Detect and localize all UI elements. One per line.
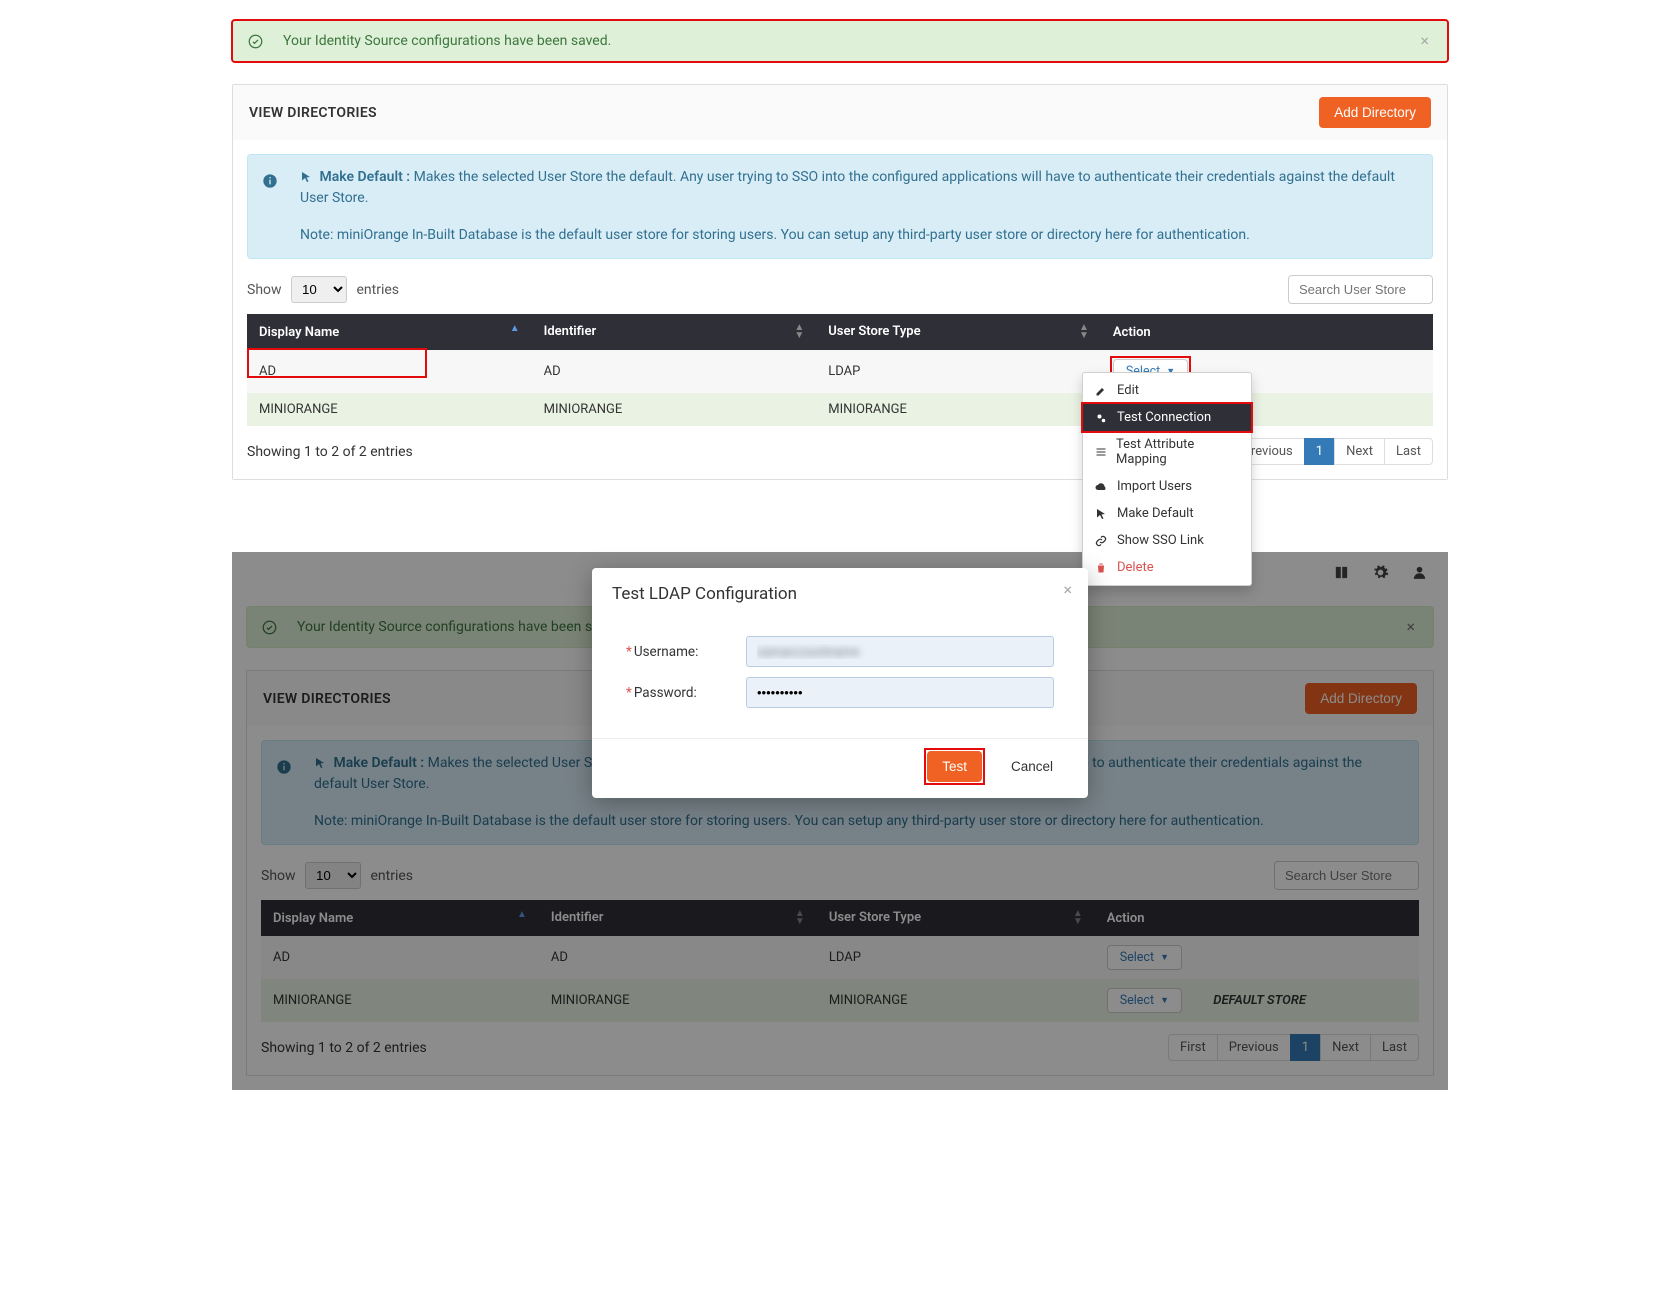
- cell-type: MINIORANGE: [816, 393, 1101, 426]
- show-label: Show: [247, 282, 282, 298]
- cell-display-name: MINIORANGE: [247, 393, 532, 426]
- card-header: VIEW DIRECTORIES Add Directory: [233, 85, 1447, 140]
- info-banner: Make Default : Makes the selected User S…: [247, 154, 1433, 259]
- alert-close-button[interactable]: ×: [1420, 31, 1429, 50]
- show-entries: Show 10 entries: [247, 276, 399, 303]
- info-icon: [262, 173, 278, 189]
- modal-close-button[interactable]: ×: [1063, 580, 1072, 599]
- password-input[interactable]: [746, 677, 1054, 708]
- th-identifier[interactable]: Identifier ▲▼: [532, 314, 817, 350]
- dropdown-item-test-connection[interactable]: Test Connection: [1083, 404, 1251, 431]
- modal-over-page: Your Identity Source configurations have…: [232, 552, 1448, 1090]
- add-directory-button[interactable]: Add Directory: [1319, 97, 1431, 128]
- dropdown-item-import-users[interactable]: Import Users: [1083, 473, 1251, 500]
- password-label: *Password:: [626, 685, 746, 701]
- directories-card: VIEW DIRECTORIES Add Directory Make Defa…: [232, 84, 1448, 480]
- username-input[interactable]: [746, 636, 1054, 667]
- card-title: VIEW DIRECTORIES: [249, 105, 377, 121]
- cloud-upload-icon: [1095, 481, 1109, 493]
- make-default-text: Makes the selected User Store the defaul…: [300, 169, 1395, 206]
- cell-identifier: MINIORANGE: [532, 393, 817, 426]
- action-dropdown: Edit Test Connection Test Attribute Mapp…: [1082, 372, 1252, 586]
- card-body: Make Default : Makes the selected User S…: [233, 140, 1447, 479]
- modal-header: Test LDAP Configuration ×: [592, 568, 1088, 614]
- table-controls: Show 10 entries: [247, 275, 1433, 304]
- username-label: *Username:: [626, 644, 746, 660]
- table-wrap: Display Name ▲ Identifier ▲▼ User Store …: [247, 314, 1433, 426]
- page-1[interactable]: 1: [1304, 438, 1335, 465]
- alert-message: Your Identity Source configurations have…: [283, 33, 611, 49]
- test-ldap-modal: Test LDAP Configuration × *Username: *Pa…: [592, 568, 1088, 798]
- highlight-box: [924, 748, 985, 785]
- gears-icon: [1095, 412, 1109, 424]
- cell-display-name: AD: [247, 350, 532, 393]
- cell-identifier: AD: [532, 350, 817, 393]
- cancel-button[interactable]: Cancel: [996, 751, 1068, 782]
- page-last[interactable]: Last: [1384, 438, 1433, 465]
- dropdown-item-show-sso[interactable]: Show SSO Link: [1083, 527, 1251, 554]
- modal-body: *Username: *Password:: [592, 614, 1088, 738]
- th-action: Action: [1101, 314, 1433, 350]
- cursor-icon: [1095, 508, 1109, 520]
- dropdown-item-delete[interactable]: Delete: [1083, 554, 1251, 581]
- dropdown-item-make-default[interactable]: Make Default: [1083, 500, 1251, 527]
- link-icon: [1095, 535, 1109, 547]
- alert-success: Your Identity Source configurations have…: [232, 20, 1448, 62]
- footer-info: Showing 1 to 2 of 2 entries: [247, 444, 413, 460]
- page-next[interactable]: Next: [1334, 438, 1385, 465]
- edit-icon: [1095, 385, 1109, 397]
- make-default-heading: Make Default :: [319, 169, 410, 185]
- check-circle-icon: [248, 34, 263, 49]
- th-user-store-type[interactable]: User Store Type ▲▼: [816, 314, 1101, 350]
- cursor-icon: [300, 171, 312, 183]
- trash-icon: [1095, 562, 1109, 574]
- modal-footer: Test Cancel: [592, 738, 1088, 798]
- info-text: Make Default : Makes the selected User S…: [300, 167, 1416, 246]
- dropdown-item-test-attr[interactable]: Test Attribute Mapping: [1083, 431, 1251, 473]
- dropdown-item-edit[interactable]: Edit: [1083, 377, 1251, 404]
- search-input[interactable]: [1288, 275, 1433, 304]
- table-row: AD AD LDAP Select▼: [247, 350, 1433, 393]
- entries-label: entries: [357, 282, 400, 298]
- page-size-select[interactable]: 10: [291, 276, 347, 303]
- table-row: MINIORANGE MINIORANGE MINIORANGE: [247, 393, 1433, 426]
- sliders-icon: [1095, 446, 1108, 458]
- view-directories-page: Your Identity Source configurations have…: [232, 0, 1448, 480]
- directories-table: Display Name ▲ Identifier ▲▼ User Store …: [247, 314, 1433, 426]
- cell-type: LDAP: [816, 350, 1101, 393]
- note-text: Note: miniOrange In-Built Database is th…: [300, 225, 1416, 246]
- th-display-name[interactable]: Display Name ▲: [247, 314, 532, 350]
- modal-title: Test LDAP Configuration: [612, 584, 797, 604]
- table-footer: Showing 1 to 2 of 2 entries First Previo…: [247, 438, 1433, 465]
